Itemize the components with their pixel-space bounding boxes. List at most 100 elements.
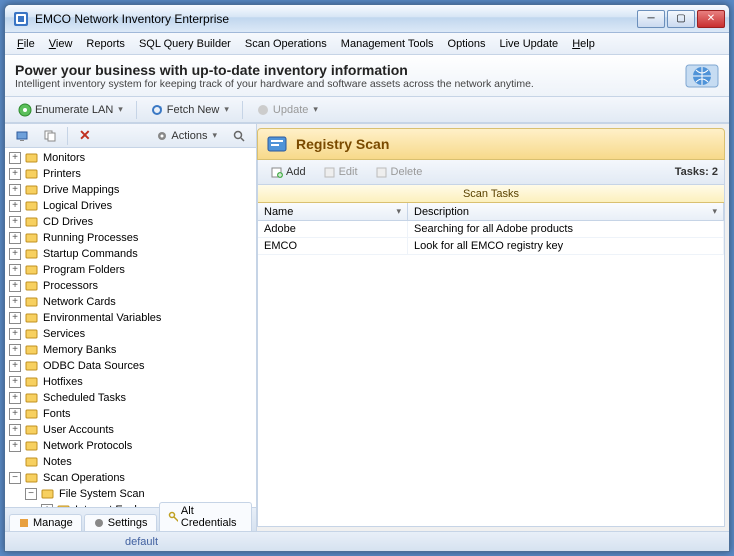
table-row[interactable]: EMCOLook for all EMCO registry key xyxy=(258,238,724,255)
search-button[interactable] xyxy=(226,127,252,145)
tree-node[interactable]: +Environmental Variables xyxy=(7,310,254,326)
actions-dropdown[interactable]: Actions▾ xyxy=(149,127,224,145)
expand-toggle[interactable]: + xyxy=(9,408,21,420)
expand-toggle[interactable]: + xyxy=(9,232,21,244)
tree-node[interactable]: Notes xyxy=(7,454,254,470)
delete-task-button[interactable]: Delete xyxy=(369,163,430,181)
table-row[interactable]: AdobeSearching for all Adobe products xyxy=(258,221,724,238)
application-window: EMCO Network Inventory Enterprise ─ ▢ ✕ … xyxy=(4,4,730,552)
expand-toggle[interactable]: + xyxy=(9,440,21,452)
tree-node[interactable]: + Printers xyxy=(7,166,254,182)
tree-node[interactable]: + Running Processes xyxy=(7,230,254,246)
navigation-tree[interactable]: +Monitors+Printers+Drive Mappings+Logica… xyxy=(5,148,256,507)
tree-node-label: Processors xyxy=(43,280,98,292)
settings-icon xyxy=(93,517,105,529)
expand-toggle[interactable]: + xyxy=(9,248,21,260)
tree-node[interactable]: + Memory Banks xyxy=(7,342,254,358)
menu-view[interactable]: View xyxy=(43,36,79,52)
expand-toggle[interactable]: + xyxy=(9,328,21,340)
expand-toggle[interactable]: + xyxy=(9,376,21,388)
expand-toggle[interactable]: + xyxy=(9,312,21,324)
tree-node-label: Startup Commands xyxy=(43,248,138,260)
table-title: Scan Tasks xyxy=(258,185,724,203)
expand-toggle[interactable]: + xyxy=(9,152,21,164)
column-header-description[interactable]: Description▾ xyxy=(408,203,724,220)
update-button[interactable]: Update▾ xyxy=(249,100,325,120)
expand-toggle[interactable]: + xyxy=(9,344,21,356)
separator xyxy=(67,127,68,145)
expand-toggle[interactable]: + xyxy=(9,168,21,180)
dropdown-icon[interactable]: ▾ xyxy=(396,206,401,217)
tree-node[interactable]: −File System Scan xyxy=(7,486,254,502)
tree-node-label: Running Processes xyxy=(43,232,138,244)
status-text: default xyxy=(125,536,158,548)
close-button[interactable]: ✕ xyxy=(697,10,725,28)
left-pane: ✕ Actions▾ +Monitors+Printers+Drive Mapp… xyxy=(5,124,257,531)
statusbar: default xyxy=(5,531,729,551)
menu-sql-query-builder[interactable]: SQL Query Builder xyxy=(133,36,237,52)
cell-description: Look for all EMCO registry key xyxy=(408,238,724,254)
tree-node[interactable]: +Fonts xyxy=(7,406,254,422)
menu-help[interactable]: Help xyxy=(566,36,601,52)
edit-button[interactable]: Edit xyxy=(317,163,365,181)
tree-node[interactable]: +Hotfixes xyxy=(7,374,254,390)
window-buttons: ─ ▢ ✕ xyxy=(637,10,725,28)
add-node-button[interactable] xyxy=(9,127,35,145)
add-button[interactable]: Add xyxy=(264,163,313,181)
tab-manage[interactable]: Manage xyxy=(9,514,82,531)
expand-toggle[interactable]: + xyxy=(9,264,21,276)
tree-node[interactable]: + Processors xyxy=(7,278,254,294)
tree-node[interactable]: +Monitors xyxy=(7,150,254,166)
tree-node[interactable]: + Startup Commands xyxy=(7,246,254,262)
expand-toggle[interactable]: + xyxy=(9,216,21,228)
tree-node[interactable]: +Network Protocols xyxy=(7,438,254,454)
expand-toggle[interactable]: − xyxy=(9,472,21,484)
expand-toggle[interactable]: − xyxy=(25,488,37,500)
tree-node[interactable]: +Program Folders xyxy=(7,262,254,278)
dropdown-icon: ▾ xyxy=(224,104,229,115)
tree-node[interactable]: +Logical Drives xyxy=(7,198,254,214)
dropdown-icon[interactable]: ▾ xyxy=(712,206,717,217)
panel-toolbar: Add Edit Delete Tasks: 2 xyxy=(257,160,725,184)
tree-node-label: Notes xyxy=(43,456,72,468)
panel-title: Registry Scan xyxy=(296,136,389,152)
expand-toggle[interactable]: + xyxy=(9,280,21,292)
fetch-new-button[interactable]: Fetch New▾ xyxy=(143,100,236,120)
tree-node-label: Printers xyxy=(43,168,81,180)
menu-reports[interactable]: Reports xyxy=(80,36,131,52)
copy-button[interactable] xyxy=(37,127,63,145)
expand-toggle[interactable]: + xyxy=(9,424,21,436)
tab-settings[interactable]: Settings xyxy=(84,514,157,531)
tree-node[interactable]: +ODBC Data Sources xyxy=(7,358,254,374)
expand-toggle[interactable]: + xyxy=(9,200,21,212)
delete-x-icon: ✕ xyxy=(79,127,91,144)
menu-management-tools[interactable]: Management Tools xyxy=(335,36,440,52)
tree-node[interactable]: +User Accounts xyxy=(7,422,254,438)
expand-toggle[interactable]: + xyxy=(9,360,21,372)
tab-alt-credentials[interactable]: Alt Credentials xyxy=(159,502,252,531)
tree-node-label: Scheduled Tasks xyxy=(43,392,126,404)
expand-toggle[interactable]: + xyxy=(9,392,21,404)
menu-live-update[interactable]: Live Update xyxy=(493,36,564,52)
menu-file[interactable]: File xyxy=(11,36,41,52)
tree-node[interactable]: +Network Cards xyxy=(7,294,254,310)
enumerate-lan-button[interactable]: Enumerate LAN▾ xyxy=(11,100,130,120)
tree-node-label: CD Drives xyxy=(43,216,93,228)
expand-toggle[interactable]: + xyxy=(9,296,21,308)
minimize-button[interactable]: ─ xyxy=(637,10,665,28)
node-icon xyxy=(25,439,39,453)
menu-scan-operations[interactable]: Scan Operations xyxy=(239,36,333,52)
dropdown-icon: ▾ xyxy=(212,130,217,141)
tree-node[interactable]: +Services xyxy=(7,326,254,342)
maximize-button[interactable]: ▢ xyxy=(667,10,695,28)
menu-options[interactable]: Options xyxy=(442,36,492,52)
tree-node[interactable]: + Scheduled Tasks xyxy=(7,390,254,406)
tree-node[interactable]: +Drive Mappings xyxy=(7,182,254,198)
tree-node[interactable]: + CD Drives xyxy=(7,214,254,230)
tools-icon xyxy=(18,517,30,529)
tree-node-label: Memory Banks xyxy=(43,344,116,356)
delete-button[interactable]: ✕ xyxy=(72,124,98,147)
tree-node[interactable]: −Scan Operations xyxy=(7,470,254,486)
column-header-name[interactable]: Name▾ xyxy=(258,203,408,220)
expand-toggle[interactable]: + xyxy=(9,184,21,196)
